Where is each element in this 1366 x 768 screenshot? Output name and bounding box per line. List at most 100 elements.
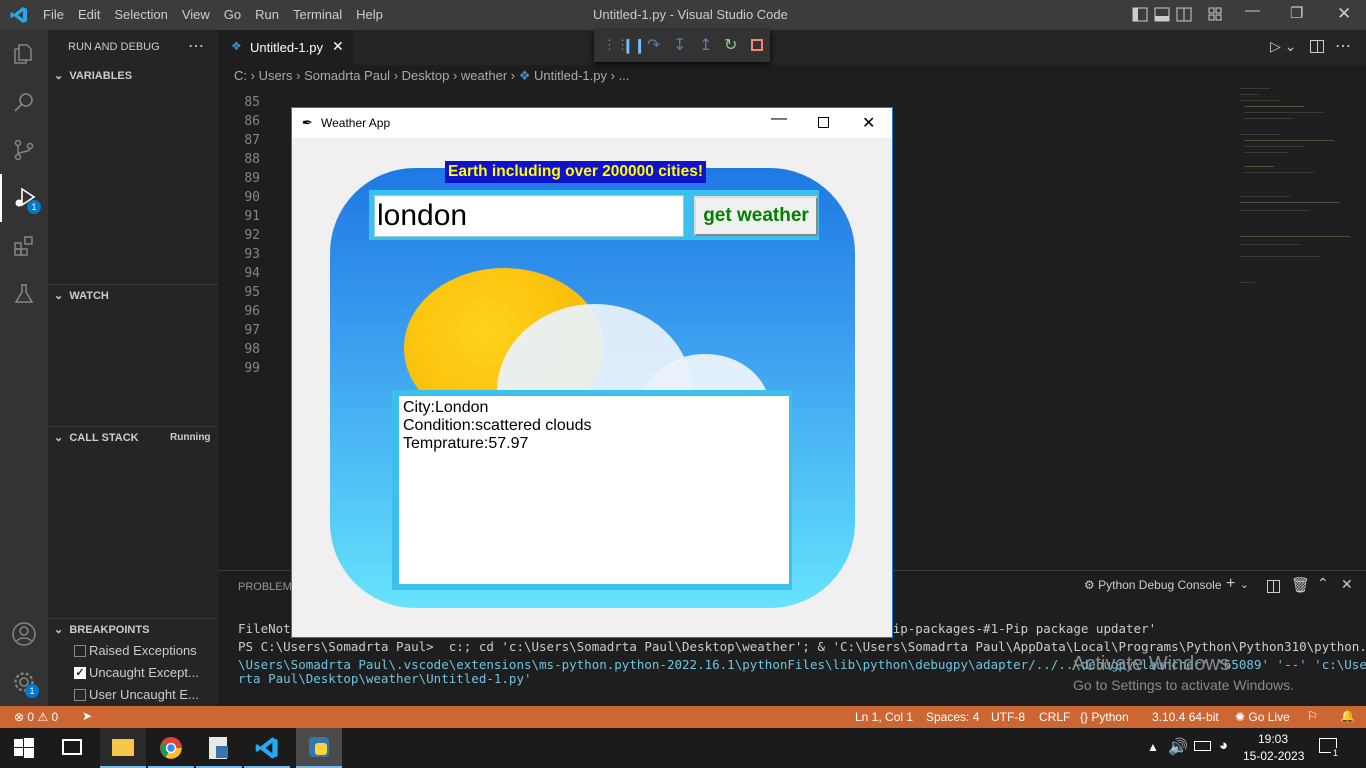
tk-minimize-icon[interactable]: — — [771, 110, 787, 128]
cursor-position[interactable]: Ln 1, Col 1 — [855, 710, 913, 724]
source-control-icon[interactable] — [0, 126, 48, 174]
run-debug-icon[interactable]: 1 — [0, 174, 48, 222]
python-taskbar-icon[interactable] — [296, 728, 342, 768]
maximize-panel-icon[interactable]: ⌃ — [1317, 575, 1329, 592]
weather-app-window: ✒ Weather App — ✕ Earth including over 2… — [291, 107, 893, 638]
indentation[interactable]: Spaces: 4 — [926, 710, 979, 724]
feedback-icon[interactable]: ⚐ — [1307, 709, 1318, 723]
close-icon[interactable]: ✕ — [1337, 4, 1351, 24]
tk-maximize-icon[interactable] — [818, 117, 829, 128]
breadcrumb-item[interactable]: Somadrta Paul — [304, 68, 390, 83]
menu-run[interactable]: Run — [255, 7, 279, 22]
raised-exceptions-checkbox[interactable] — [74, 645, 86, 657]
run-debug-sidebar: RUN AND DEBUG ⋯ ⌄ VARIABLES ⌄ WATCH ⌄ CA… — [48, 30, 218, 706]
layout-icons[interactable] — [1132, 6, 1242, 27]
python-interpreter[interactable]: 3.10.4 64-bit — [1152, 710, 1219, 724]
result-label: City:London Condition:scattered clouds T… — [399, 396, 789, 584]
volume-icon[interactable]: 🔊 — [1168, 737, 1188, 757]
file-explorer-icon[interactable] — [100, 728, 146, 768]
new-terminal-icon[interactable]: + ⌄ — [1226, 575, 1249, 593]
editor-more-icon[interactable]: ⋯ — [1335, 36, 1351, 56]
user-uncaught-exceptions-checkbox[interactable] — [74, 689, 86, 701]
braces-icon: {} — [1080, 710, 1089, 724]
step-into-icon[interactable]: ↧ — [673, 35, 686, 55]
vscode-taskbar-icon[interactable] — [244, 728, 290, 768]
tk-close-icon[interactable]: ✕ — [862, 113, 875, 133]
call-stack-section-header[interactable]: ⌄ CALL STACK — [54, 431, 139, 444]
clock-time[interactable]: 19:03 — [1258, 732, 1288, 746]
wifi-icon[interactable]: ◕ — [1219, 737, 1228, 754]
editor-tabs — [218, 30, 1366, 65]
language-mode[interactable]: {} Python — [1080, 710, 1129, 724]
menu-view[interactable]: View — [182, 7, 210, 22]
tab-close-icon[interactable]: ✕ — [332, 38, 344, 55]
weather-app-titlebar[interactable]: ✒ Weather App — ✕ — [292, 108, 892, 138]
pause-icon[interactable]: ❙❙ — [622, 37, 645, 54]
breadcrumb-item[interactable]: Untitled-1.py — [534, 68, 607, 83]
breakpoints-section-header[interactable]: ⌄ BREAKPOINTS — [54, 623, 149, 636]
line-number: 93 — [244, 247, 260, 262]
settings-gear-icon[interactable]: 1 — [0, 658, 48, 706]
notifications-icon[interactable]: 🔔 — [1340, 709, 1355, 723]
line-number: 95 — [244, 285, 260, 300]
go-live-button[interactable]: ✺ Go Live — [1235, 710, 1290, 724]
menu-help[interactable]: Help — [356, 7, 383, 22]
testing-icon[interactable] — [0, 270, 48, 318]
restart-icon[interactable]: ↻ — [724, 35, 737, 55]
breadcrumb: C: › Users › Somadrta Paul › Desktop › w… — [234, 68, 630, 83]
debug-status-icon[interactable]: ➤ — [82, 709, 92, 723]
title-bar: File Edit Selection View Go Run Terminal Help U… — [0, 0, 1366, 30]
end-of-line[interactable]: CRLF — [1039, 710, 1070, 724]
run-file-icon[interactable]: ▷ ⌄ — [1270, 38, 1296, 55]
task-view-icon[interactable] — [62, 739, 82, 755]
step-out-icon[interactable]: ↥ — [699, 35, 712, 55]
divider — [48, 284, 218, 285]
split-editor-icon[interactable] — [1310, 40, 1324, 53]
clock-date[interactable]: 15-02-2023 — [1243, 749, 1304, 763]
line-number: 85 — [244, 95, 260, 110]
line-number: 94 — [244, 266, 260, 281]
installer-app-icon[interactable] — [196, 728, 242, 768]
breadcrumb-item[interactable]: Desktop — [402, 68, 450, 83]
menu-terminal[interactable]: Terminal — [293, 7, 342, 22]
menu-edit[interactable]: Edit — [78, 7, 100, 22]
breadcrumb-item[interactable]: C: — [234, 68, 247, 83]
minimap[interactable] — [1236, 86, 1356, 306]
breadcrumb-item[interactable]: ... — [619, 68, 630, 83]
notification-count: 1 — [1331, 748, 1341, 758]
menu-selection[interactable]: Selection — [114, 7, 167, 22]
tab-untitled-1[interactable]: ❖ Untitled-1.py ✕ — [218, 30, 353, 65]
chrome-icon[interactable] — [148, 728, 194, 768]
variables-section-header[interactable]: ⌄ VARIABLES — [54, 69, 132, 82]
get-weather-button[interactable]: get weather — [694, 196, 818, 236]
debug-badge: 1 — [27, 200, 41, 214]
status-bar: ⊗ 0 ⚠ 0 ➤ Ln 1, Col 1 Spaces: 4 UTF-8 CR… — [0, 706, 1366, 728]
breadcrumb-item[interactable]: Users — [259, 68, 293, 83]
city-input[interactable] — [374, 195, 684, 237]
encoding[interactable]: UTF-8 — [991, 710, 1025, 724]
restore-icon[interactable]: ❐ — [1290, 4, 1303, 22]
split-terminal-icon[interactable] — [1267, 580, 1280, 593]
extensions-icon[interactable] — [0, 222, 48, 270]
uncaught-exceptions-checkbox[interactable]: ✓ — [74, 667, 86, 679]
trash-icon[interactable]: 🗑 — [1291, 576, 1310, 594]
more-actions-icon[interactable]: ⋯ — [188, 36, 204, 56]
python-file-icon: ❖ — [231, 39, 242, 53]
tab-problems[interactable]: PROBLEMS — [238, 581, 299, 593]
stop-icon[interactable] — [751, 39, 763, 51]
windows-start-icon[interactable] — [14, 738, 34, 763]
menu-go[interactable]: Go — [224, 7, 241, 22]
search-icon[interactable] — [0, 78, 48, 126]
menu-file[interactable]: File — [43, 7, 64, 22]
watch-section-header[interactable]: ⌄ WATCH — [54, 289, 109, 302]
minimize-icon[interactable]: — — [1245, 2, 1260, 19]
battery-icon[interactable] — [1194, 741, 1211, 751]
explorer-icon[interactable] — [0, 30, 48, 78]
close-panel-icon[interactable]: ✕ — [1341, 576, 1353, 593]
account-icon[interactable] — [0, 610, 48, 658]
breadcrumb-item[interactable]: weather — [461, 68, 507, 83]
step-over-icon[interactable]: ↷ — [647, 35, 660, 55]
problems-status[interactable]: ⊗ 0 ⚠ 0 — [14, 710, 58, 724]
tray-chevron-icon[interactable]: ▲ — [1147, 740, 1159, 754]
debug-console-selector[interactable]: ⚙ Python Debug Console — [1084, 578, 1222, 592]
